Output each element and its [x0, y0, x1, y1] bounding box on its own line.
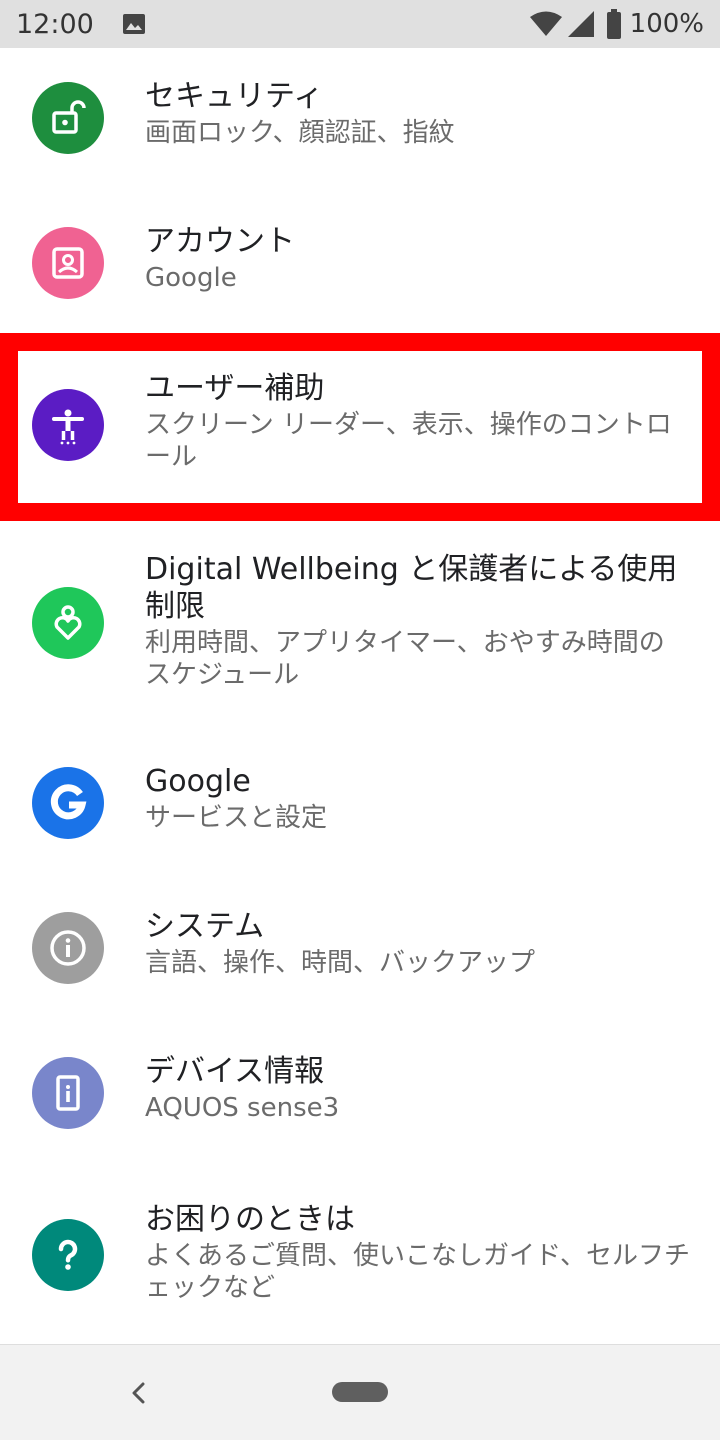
- battery-icon: [606, 9, 621, 39]
- unlock-icon: [32, 82, 104, 154]
- battery-percent: 100%: [629, 9, 704, 39]
- status-time: 12:00: [16, 8, 94, 40]
- settings-item-subtitle: AQUOS sense3: [145, 1093, 340, 1123]
- settings-item-subtitle: 言語、操作、時間、バックアップ: [145, 948, 536, 978]
- home-pill-icon[interactable]: [332, 1382, 388, 1402]
- settings-item-subtitle: 画面ロック、顔認証、指紋: [145, 118, 455, 148]
- google-g-icon: [32, 767, 104, 839]
- settings-item-subtitle: よくあるご質問、使いこなしガイド、セルフチェックなど: [145, 1241, 690, 1303]
- settings-item-text: Digital Wellbeing と保護者による使用制限 利用時間、アプリタイ…: [145, 551, 690, 691]
- gallery-icon: [122, 14, 145, 34]
- settings-item-title: デバイス情報: [145, 1054, 325, 1089]
- settings-item-title: お困りのときは: [145, 1202, 355, 1237]
- settings-item-text: セキュリティ 画面ロック、顔認証、指紋: [145, 78, 690, 149]
- settings-item-subtitle: Google: [145, 263, 237, 293]
- settings-item-text: ユーザー補助 スクリーン リーダー、表示、操作のコントロール: [145, 370, 690, 473]
- navigation-bar: [0, 1344, 720, 1440]
- settings-item-title: Digital Wellbeing と保護者による使用制限: [145, 552, 678, 624]
- settings-item-google[interactable]: Google サービスと設定: [0, 741, 720, 886]
- help-icon: [32, 1219, 104, 1291]
- settings-item-subtitle: サービスと設定: [145, 803, 328, 833]
- status-right-icons: 100%: [529, 9, 704, 39]
- settings-item-subtitle: スクリーン リーダー、表示、操作のコントロール: [145, 410, 672, 472]
- back-icon[interactable]: [126, 1379, 152, 1407]
- settings-item-text: Google サービスと設定: [145, 763, 690, 834]
- account-icon: [32, 227, 104, 299]
- settings-item-title: セキュリティ: [145, 79, 324, 114]
- settings-item-system[interactable]: システム 言語、操作、時間、バックアップ: [0, 886, 720, 1031]
- settings-item-title: アカウント: [145, 224, 295, 259]
- settings-item-help[interactable]: お困りのときは よくあるご質問、使いこなしガイド、セルフチェックなど: [0, 1181, 720, 1344]
- settings-item-title: システム: [145, 909, 265, 944]
- settings-item-device-info[interactable]: デバイス情報 AQUOS sense3: [0, 1031, 720, 1181]
- settings-item-security[interactable]: セキュリティ 画面ロック、顔認証、指紋: [0, 48, 720, 193]
- settings-item-title: ユーザー補助: [145, 371, 325, 406]
- settings-item-accessibility[interactable]: ユーザー補助 スクリーン リーダー、表示、操作のコントロール: [0, 333, 720, 521]
- settings-item-account[interactable]: アカウント Google: [0, 193, 720, 333]
- settings-item-subtitle: 利用時間、アプリタイマー、おやすみ時間のスケジュール: [145, 628, 665, 690]
- settings-item-text: お困りのときは よくあるご質問、使いこなしガイド、セルフチェックなど: [145, 1201, 690, 1304]
- settings-item-title: Google: [145, 764, 251, 799]
- settings-item-digital-wellbeing[interactable]: Digital Wellbeing と保護者による使用制限 利用時間、アプリタイ…: [0, 521, 720, 741]
- wellbeing-heart-icon: [32, 587, 104, 659]
- signal-icon: [567, 11, 594, 37]
- phone-icon: [32, 1057, 104, 1129]
- settings-item-text: アカウント Google: [145, 223, 690, 294]
- info-icon: [32, 912, 104, 984]
- settings-item-text: デバイス情報 AQUOS sense3: [145, 1053, 690, 1124]
- wifi-icon: [529, 11, 562, 36]
- settings-item-text: システム 言語、操作、時間、バックアップ: [145, 908, 690, 979]
- status-bar: 12:00 100%: [0, 0, 720, 48]
- accessibility-icon: [32, 389, 104, 461]
